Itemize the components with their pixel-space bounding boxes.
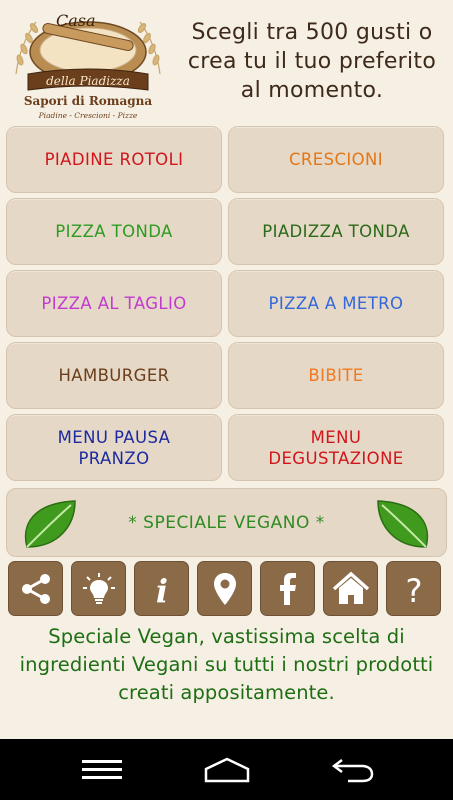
logo-casa-text: Casa (56, 11, 96, 30)
menu-button-label: PIADIZZA TONDA (262, 222, 410, 241)
share-button[interactable] (8, 561, 63, 616)
menu-button-label: HAMBURGER (58, 366, 170, 385)
menu-button-label: PIZZA TONDA (55, 222, 173, 241)
menu-button-label: CRESCIONI (288, 150, 384, 169)
back-nav-button[interactable] (322, 753, 382, 787)
menu-button-label: PIADINE ROTOLI (44, 150, 184, 169)
info-icon: i (155, 572, 167, 607)
menu-button-label: MENU PAUSA PRANZO (57, 427, 171, 468)
menu-button-piadizza-tonda[interactable]: PIADIZZA TONDA (228, 198, 444, 265)
help-button[interactable]: ? (386, 561, 441, 616)
menu-button-label: MENU DEGUSTAZIONE (268, 427, 404, 468)
menu-button-menu-degustazione[interactable]: MENU DEGUSTAZIONE (228, 414, 444, 481)
tips-button[interactable] (71, 561, 126, 616)
menu-button-label: BIBITE (308, 366, 364, 385)
logo-subtitle: Sapori di Romagna (24, 94, 153, 108)
lightbulb-icon (82, 572, 115, 604)
location-pin-icon (213, 572, 236, 605)
back-icon (331, 759, 374, 783)
menu-button-hamburger[interactable]: HAMBURGER (6, 342, 222, 409)
menu-button-bibite[interactable]: BIBITE (228, 342, 444, 409)
menu-icon (82, 760, 122, 779)
home-button[interactable] (323, 561, 378, 616)
toolbar: i ? (8, 561, 445, 617)
info-button[interactable]: i (134, 561, 189, 616)
home-nav-button[interactable] (197, 753, 257, 787)
info-text: Speciale Vegan, vastissima scelta di ing… (19, 625, 434, 704)
menu-button-piadine-rotoli[interactable]: PIADINE ROTOLI (6, 126, 222, 193)
logo-banner-text: della Piadizza (46, 74, 130, 88)
menu-button-pizza-tonda[interactable]: PIZZA TONDA (6, 198, 222, 265)
help-icon: ? (405, 572, 422, 607)
header: Casa della Piadizza Sapori di Romagna Pi… (0, 0, 453, 124)
menu-button-label: PIZZA AL TAGLIO (41, 294, 187, 313)
menu-button-crescioni[interactable]: CRESCIONI (228, 126, 444, 193)
android-nav-bar (0, 739, 453, 800)
menu-button-menu-pausa-pranzo[interactable]: MENU PAUSA PRANZO (6, 414, 222, 481)
leaf-icon (377, 500, 429, 548)
svg-text:i: i (155, 572, 167, 607)
menu-button-pizza-a-metro[interactable]: PIZZA A METRO (228, 270, 444, 337)
menu-nav-button[interactable] (72, 753, 132, 787)
location-button[interactable] (197, 561, 252, 616)
home-outline-icon (204, 757, 250, 783)
menu-button-label: PIZZA A METRO (268, 294, 404, 313)
speciale-vegano-button[interactable]: * SPECIALE VEGANO * (6, 488, 447, 557)
menu-button-pizza-al-taglio[interactable]: PIZZA AL TAGLIO (6, 270, 222, 337)
casa-della-piadizza-logo: Casa della Piadizza Sapori di Romagna Pi… (15, 11, 161, 120)
logo-products: Piadine - Crescioni - Pizze (38, 111, 138, 120)
home-icon (332, 571, 369, 604)
facebook-icon (279, 572, 296, 605)
tagline: Scegli tra 500 gusti o crea tu il tuo pr… (187, 20, 437, 103)
svg-text:?: ? (405, 572, 422, 607)
facebook-button[interactable] (260, 561, 315, 616)
share-icon (21, 573, 50, 604)
